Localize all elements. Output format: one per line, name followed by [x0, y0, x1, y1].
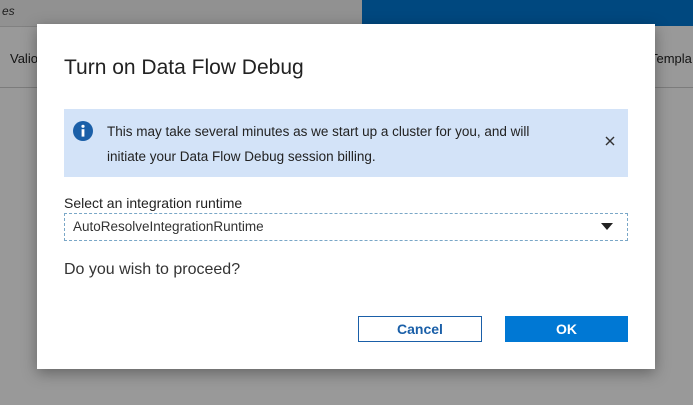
integration-runtime-select[interactable]: AutoResolveIntegrationRuntime [64, 213, 628, 241]
close-icon[interactable] [602, 133, 618, 149]
integration-runtime-label: Select an integration runtime [64, 195, 243, 211]
info-icon [73, 121, 93, 141]
info-banner-message: This may take several minutes as we star… [107, 119, 587, 169]
proceed-question: Do you wish to proceed? [64, 261, 241, 278]
info-banner: This may take several minutes as we star… [64, 109, 628, 177]
info-banner-line-2: initiate your Data Flow Debug session bi… [107, 149, 376, 164]
dialog-title: Turn on Data Flow Debug [64, 56, 304, 79]
info-banner-line-1: This may take several minutes as we star… [107, 124, 530, 139]
cancel-button[interactable]: Cancel [358, 316, 482, 342]
data-flow-debug-dialog: Turn on Data Flow Debug This may take se… [37, 24, 655, 369]
ok-button[interactable]: OK [505, 316, 628, 342]
integration-runtime-selected-value: AutoResolveIntegrationRuntime [73, 219, 264, 234]
chevron-down-icon [601, 223, 613, 230]
